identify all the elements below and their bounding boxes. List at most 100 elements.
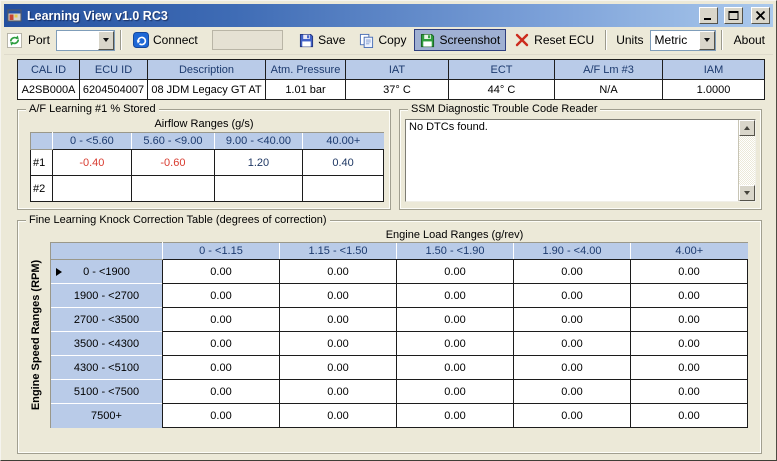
knock-table-row: 4300 - <51000.000.000.000.000.00 xyxy=(51,356,748,380)
titlebar: Learning View v1.0 RC3 xyxy=(4,4,773,27)
knock-cell[interactable]: 0.00 xyxy=(280,260,397,284)
close-button[interactable] xyxy=(751,7,770,24)
port-combobox-arrow[interactable] xyxy=(98,31,114,50)
knock-table-row: 3500 - <43000.000.000.000.000.00 xyxy=(51,332,748,356)
knock-cell[interactable]: 0.00 xyxy=(514,404,631,428)
connect-status-field[interactable] xyxy=(212,30,283,50)
knock-cell[interactable]: 0.00 xyxy=(397,404,514,428)
knock-cell[interactable]: 0.00 xyxy=(280,284,397,308)
af-row-header[interactable]: #2 xyxy=(31,176,53,202)
af-row-header[interactable]: #1 xyxy=(31,150,53,176)
af-cell[interactable]: 1.20 xyxy=(214,150,303,176)
knock-cell[interactable]: 0.00 xyxy=(514,260,631,284)
knock-row-header[interactable]: 0 - <1900 xyxy=(51,260,163,284)
knock-cell[interactable]: 0.00 xyxy=(397,356,514,380)
knock-cell[interactable]: 0.00 xyxy=(397,308,514,332)
knock-table-row: 2700 - <35000.000.000.000.000.00 xyxy=(51,308,748,332)
knock-row-header[interactable]: 2700 - <3500 xyxy=(51,308,163,332)
toolbar: Port Connect xyxy=(4,27,773,55)
knock-cell[interactable]: 0.00 xyxy=(280,380,397,404)
knock-cell[interactable]: 0.00 xyxy=(514,332,631,356)
knock-cell[interactable]: 0.00 xyxy=(163,284,280,308)
knock-cell[interactable]: 0.00 xyxy=(631,356,748,380)
port-refresh-icon[interactable] xyxy=(7,33,22,48)
knock-table-row: 0 - <19000.000.000.000.000.00 xyxy=(51,260,748,284)
selected-row-marker-icon xyxy=(56,268,62,276)
save-button[interactable]: Save xyxy=(293,29,351,51)
connect-icon xyxy=(133,32,149,48)
af-cell[interactable] xyxy=(214,176,303,202)
dtc-output-box[interactable]: No DTCs found. xyxy=(405,119,756,202)
knock-cell[interactable]: 0.00 xyxy=(514,356,631,380)
af-cell[interactable]: 0.40 xyxy=(303,150,384,176)
engine-speed-ranges-title: Engine Speed Ranges (RPM) xyxy=(30,260,42,410)
info-table: CAL IDECU IDDescriptionAtm. PressureIATE… xyxy=(17,59,765,100)
scroll-up-button[interactable] xyxy=(739,120,755,136)
app-icon xyxy=(7,8,23,24)
knock-col-header: 4.00+ xyxy=(631,243,748,260)
port-combobox[interactable] xyxy=(56,30,115,51)
knock-cell[interactable]: 0.00 xyxy=(163,332,280,356)
arrow-down-icon xyxy=(744,191,750,195)
af-cell[interactable]: -0.40 xyxy=(52,150,132,176)
about-button[interactable]: About xyxy=(728,29,771,51)
knock-cell[interactable]: 0.00 xyxy=(163,380,280,404)
scrollbar-track[interactable] xyxy=(739,136,755,185)
knock-cell[interactable]: 0.00 xyxy=(397,380,514,404)
knock-cell[interactable]: 0.00 xyxy=(163,308,280,332)
save-label: Save xyxy=(318,33,345,47)
dtc-reader-group-title: SSM Diagnostic Trouble Code Reader xyxy=(408,103,600,115)
knock-cell[interactable]: 0.00 xyxy=(631,308,748,332)
window-title: Learning View v1.0 RC3 xyxy=(27,9,693,23)
dtc-scrollbar[interactable] xyxy=(738,120,755,201)
knock-cell[interactable]: 0.00 xyxy=(631,284,748,308)
knock-cell[interactable]: 0.00 xyxy=(397,260,514,284)
scroll-down-button[interactable] xyxy=(739,185,755,201)
minimize-icon xyxy=(702,10,715,21)
connect-button[interactable]: Connect xyxy=(127,29,204,51)
knock-correction-group: Fine Learning Knock Correction Table (de… xyxy=(17,220,762,454)
knock-row-header[interactable]: 3500 - <4300 xyxy=(51,332,163,356)
info-value-cell: 37° C xyxy=(346,80,449,100)
knock-row-header[interactable]: 1900 - <2700 xyxy=(51,284,163,308)
knock-cell[interactable]: 0.00 xyxy=(280,356,397,380)
reset-ecu-label: Reset ECU xyxy=(534,33,594,47)
units-combobox-arrow[interactable] xyxy=(699,31,715,50)
knock-cell[interactable]: 0.00 xyxy=(163,404,280,428)
knock-cell[interactable]: 0.00 xyxy=(163,356,280,380)
knock-col-header: 1.15 - <1.50 xyxy=(280,243,397,260)
copy-button[interactable]: Copy xyxy=(353,29,412,51)
af-cell[interactable] xyxy=(52,176,132,202)
info-value-cell: 6204504007 xyxy=(80,80,148,100)
units-combobox[interactable]: Metric xyxy=(650,30,716,51)
knock-cell[interactable]: 0.00 xyxy=(631,404,748,428)
arrow-up-icon xyxy=(744,126,750,130)
middle-groups: A/F Learning #1 % Stored Airflow Ranges … xyxy=(17,109,762,210)
info-value-cell: N/A xyxy=(555,80,663,100)
knock-corner-cell xyxy=(51,243,163,260)
knock-cell[interactable]: 0.00 xyxy=(280,308,397,332)
knock-cell[interactable]: 0.00 xyxy=(280,404,397,428)
knock-cell[interactable]: 0.00 xyxy=(631,260,748,284)
knock-cell[interactable]: 0.00 xyxy=(514,284,631,308)
knock-cell[interactable]: 0.00 xyxy=(514,380,631,404)
screenshot-button[interactable]: Screenshot xyxy=(414,29,506,51)
knock-cell[interactable]: 0.00 xyxy=(514,308,631,332)
af-cell[interactable]: -0.60 xyxy=(132,150,215,176)
knock-cell[interactable]: 0.00 xyxy=(163,260,280,284)
knock-cell[interactable]: 0.00 xyxy=(397,284,514,308)
knock-row-header[interactable]: 4300 - <5100 xyxy=(51,356,163,380)
knock-cell[interactable]: 0.00 xyxy=(631,380,748,404)
knock-cell[interactable]: 0.00 xyxy=(631,332,748,356)
af-cell[interactable] xyxy=(303,176,384,202)
connect-label: Connect xyxy=(153,33,198,47)
reset-ecu-button[interactable]: Reset ECU xyxy=(508,29,600,51)
af-cell[interactable] xyxy=(132,176,215,202)
maximize-button[interactable] xyxy=(724,7,743,24)
copy-label: Copy xyxy=(378,33,406,47)
knock-row-header[interactable]: 5100 - <7500 xyxy=(51,380,163,404)
knock-row-header[interactable]: 7500+ xyxy=(51,404,163,428)
knock-cell[interactable]: 0.00 xyxy=(280,332,397,356)
knock-cell[interactable]: 0.00 xyxy=(397,332,514,356)
minimize-button[interactable] xyxy=(699,7,718,24)
